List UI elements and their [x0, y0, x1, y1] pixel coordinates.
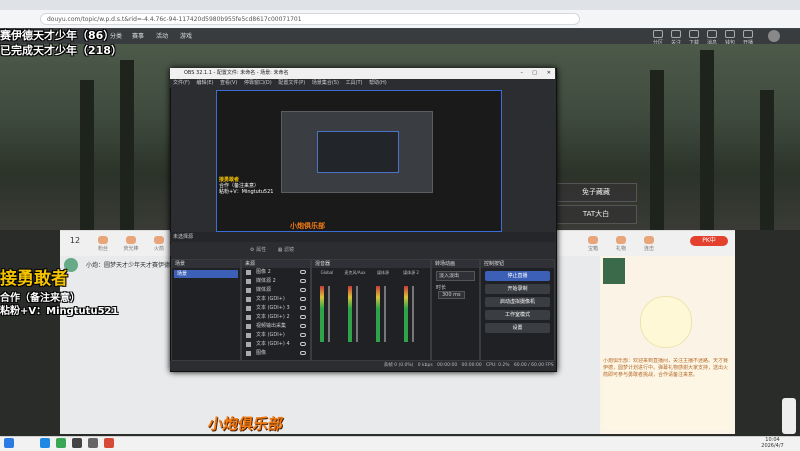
- overlay-title: 接勇敢者: [0, 269, 68, 289]
- source-item[interactable]: 图像: [242, 349, 310, 358]
- mixer-dock: 混音器 Global 麦克风/Aux 媒体源 媒体源 2: [311, 259, 431, 361]
- studio-mode-button[interactable]: 工作室模式: [485, 310, 550, 320]
- minimize-icon[interactable]: –: [521, 68, 524, 79]
- eye-icon: [300, 279, 306, 283]
- gift-item[interactable]: 火箭: [146, 236, 172, 252]
- eye-icon: [300, 342, 306, 346]
- menu-scene-collection[interactable]: 场景集合(S): [312, 80, 339, 86]
- start-recording-button[interactable]: 开始录制: [485, 284, 550, 294]
- menu-tools[interactable]: 工具(T): [346, 80, 363, 86]
- overlay-line-2: 已完成天才少年（218）: [0, 44, 122, 57]
- virtual-camera-button[interactable]: 启动虚拟摄像机: [485, 297, 550, 307]
- nav-link-games[interactable]: 游戏: [180, 31, 192, 40]
- source-item[interactable]: 文本 (GDI+) 3: [242, 304, 310, 313]
- edge-icon[interactable]: [40, 438, 50, 448]
- eye-icon: [300, 324, 306, 328]
- source-item[interactable]: 图像 2: [242, 268, 310, 277]
- settings-button[interactable]: 设置: [485, 323, 550, 333]
- gift-item[interactable]: 连击: [636, 236, 662, 252]
- gift-item[interactable]: 荧光棒: [118, 236, 144, 252]
- scene-item[interactable]: 场景: [174, 270, 238, 278]
- nav-link-events[interactable]: 赛事: [132, 31, 144, 40]
- transition-select[interactable]: 淡入淡出: [436, 271, 475, 281]
- taskbar: [0, 436, 800, 451]
- audio-meter: [376, 286, 380, 342]
- obs-icon[interactable]: [88, 438, 98, 448]
- maximize-icon[interactable]: □: [532, 68, 537, 79]
- pk-badge[interactable]: PK中: [690, 236, 728, 246]
- obs-preview[interactable]: [216, 90, 502, 232]
- source-item[interactable]: 媒体源 2: [242, 277, 310, 286]
- menu-edit[interactable]: 编辑(E): [196, 80, 213, 86]
- menu-file[interactable]: 文件(F): [173, 80, 190, 86]
- source-item[interactable]: 视频输出采集: [242, 322, 310, 331]
- preview-club-text: 小炮俱乐部: [290, 222, 325, 230]
- obs-title-bar[interactable]: OBS 32.1.1 - 配置文件: 未命名 - 场景: 未命名 ✕ □ –: [170, 68, 555, 79]
- obs-source-label: 未选择源: [170, 232, 555, 242]
- obs-toolbar: ⚙ 属性 ▦ 滤镜: [170, 244, 555, 256]
- audio-meter: [320, 286, 324, 342]
- steam-icon[interactable]: [72, 438, 82, 448]
- source-item[interactable]: 文本 (GDI+): [242, 331, 310, 340]
- eye-icon: [300, 306, 306, 310]
- eye-icon: [300, 333, 306, 337]
- choice-option-1[interactable]: 免子藏藏: [555, 183, 637, 202]
- sources-dock: 来源 图像 2 媒体源 2 媒体源 文本 (GDI+) 文本 (GDI+) 3 …: [241, 259, 311, 361]
- source-item[interactable]: 文本 (GDI+): [242, 295, 310, 304]
- controls-dock: 控制按钮 停止直播 开始录制 启动虚拟摄像机 工作室模式 设置: [480, 259, 555, 361]
- menu-help[interactable]: 帮助(H): [369, 80, 387, 86]
- mascot-image: [640, 296, 692, 348]
- transitions-dock: 转场动画 淡入淡出 时长 300 ms: [431, 259, 480, 361]
- avatar[interactable]: [768, 30, 780, 42]
- chat-box: 小炮俱乐部：欢迎来到直播间，关注主播不迷路。天才赛伊德，圆梦计划进行中。弹幕礼物…: [603, 358, 731, 430]
- audio-meter: [348, 286, 352, 342]
- menu-view[interactable]: 查看(V): [220, 80, 237, 86]
- gift-count: 12: [69, 236, 81, 245]
- address-input[interactable]: douyu.com/topic/w.p.d.s.t&rid=-4.4.76c-9…: [40, 13, 580, 25]
- source-item[interactable]: 文本 (GDI+) 4: [242, 340, 310, 349]
- obs-status-bar: 丢帧 0 (0.0%) 0 kbps 00:00:00 00:00:00 CPU…: [170, 361, 555, 370]
- nav-link-activity[interactable]: 活动: [156, 31, 168, 40]
- volume-fader[interactable]: [356, 286, 358, 342]
- streamer-name: 小炮：圆梦天才少年天才赛伊德: [86, 262, 171, 269]
- taskbar-clock: 10:04 2026/4/7: [761, 437, 784, 449]
- duration-input[interactable]: 300 ms: [438, 291, 465, 299]
- eye-icon: [300, 288, 306, 292]
- tab-bar: [0, 0, 800, 10]
- overlay-line-5: 粘粉+V：Mingtutu521: [0, 306, 119, 317]
- audio-meter: [404, 286, 408, 342]
- eye-icon: [300, 297, 306, 301]
- chrome-icon[interactable]: [56, 438, 66, 448]
- eye-icon: [300, 315, 306, 319]
- side-tools[interactable]: [782, 398, 796, 434]
- gift-item[interactable]: 宝箱: [580, 236, 606, 252]
- obs-menu-bar: 文件(F) 编辑(E) 查看(V) 停靠窗口(D) 配置文件(P) 场景集合(S…: [170, 79, 555, 88]
- volume-fader[interactable]: [412, 286, 414, 342]
- stop-stream-button[interactable]: 停止直播: [485, 271, 550, 281]
- volume-fader[interactable]: [384, 286, 386, 342]
- filters-button[interactable]: ▦ 滤镜: [278, 247, 294, 253]
- source-item[interactable]: 文本 (GDI+) 2: [242, 313, 310, 322]
- scenes-dock: 场景 场景: [171, 259, 241, 361]
- recommend-thumbnail[interactable]: [603, 258, 625, 284]
- volume-fader[interactable]: [328, 286, 330, 342]
- preview-text-3: 粘粉+V：Mingtutu521: [219, 189, 274, 195]
- app-icon[interactable]: [104, 438, 114, 448]
- eye-icon: [300, 270, 306, 274]
- gift-item[interactable]: 粉丝: [90, 236, 116, 252]
- start-icon[interactable]: [4, 438, 14, 448]
- properties-button[interactable]: ⚙ 属性: [250, 247, 266, 253]
- club-logo-text: 小炮俱乐部: [206, 415, 285, 433]
- choice-option-2[interactable]: TAT大白: [555, 205, 637, 224]
- overlay-line-1: 赛伊德天才少年（86）: [0, 29, 115, 42]
- gift-item[interactable]: 礼物: [608, 236, 634, 252]
- source-item[interactable]: 媒体源: [242, 286, 310, 295]
- eye-icon: [300, 351, 306, 355]
- close-icon[interactable]: ✕: [547, 68, 551, 79]
- menu-profile[interactable]: 配置文件(P): [278, 80, 305, 86]
- menu-docks[interactable]: 停靠窗口(D): [244, 80, 272, 86]
